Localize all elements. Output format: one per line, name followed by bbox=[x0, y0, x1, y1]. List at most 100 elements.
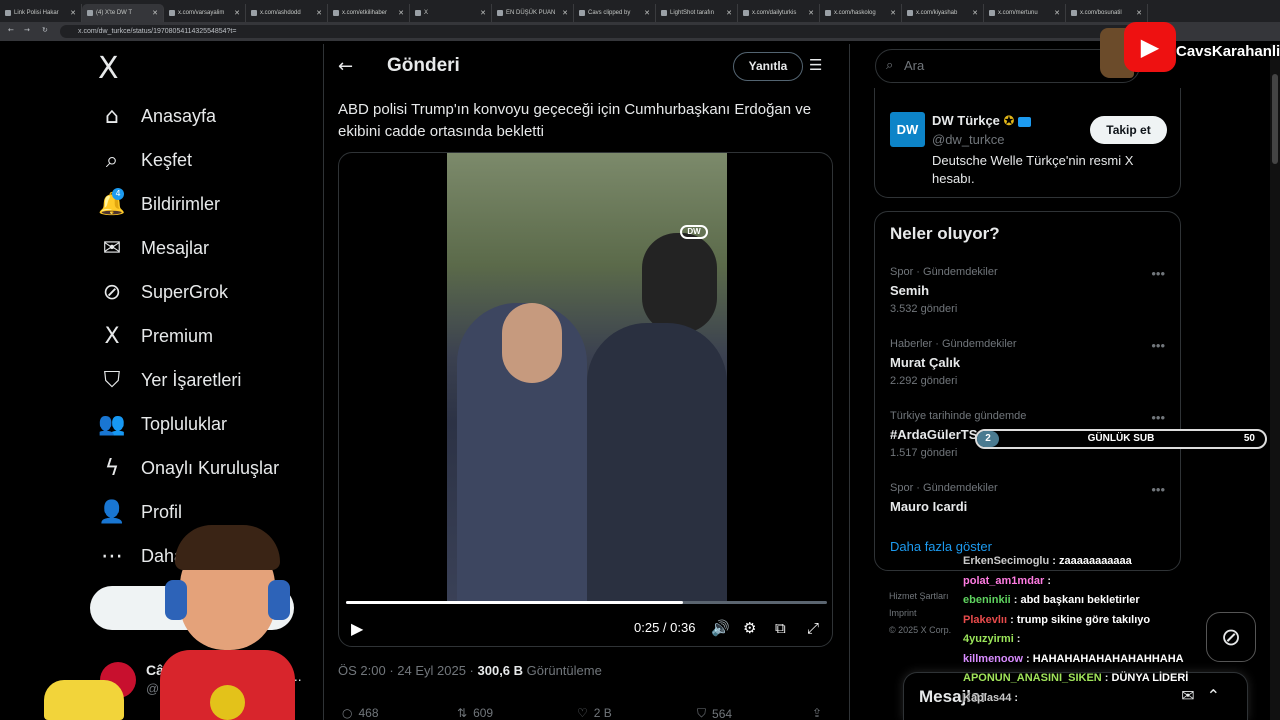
close-tab-icon[interactable]: ✕ bbox=[972, 9, 978, 17]
close-tab-icon[interactable]: ✕ bbox=[398, 9, 404, 17]
profile-handle[interactable]: @dw_turkce bbox=[932, 132, 1004, 147]
nav-item-mail[interactable]: ✉ Mesajlar bbox=[98, 233, 209, 263]
scrollbar-thumb[interactable] bbox=[1272, 74, 1278, 164]
browser-tab[interactable]: x.com/bosunatil ✕ bbox=[1066, 4, 1148, 22]
x-logo[interactable]: X bbox=[98, 54, 128, 84]
close-tab-icon[interactable]: ✕ bbox=[316, 9, 322, 17]
browser-tab[interactable]: x.com/kiyashab ✕ bbox=[902, 4, 984, 22]
nav-item-home[interactable]: ⌂ Anasayfa bbox=[98, 101, 216, 131]
trend-item[interactable]: Spor · Gündemdekiler Mauro Icardi ••• bbox=[890, 482, 1170, 514]
nav-item-grok[interactable]: ⊘ SuperGrok bbox=[98, 277, 228, 307]
heart-icon: ♡ bbox=[577, 706, 588, 720]
browser-tab[interactable]: Link Polisi Hakar ✕ bbox=[0, 4, 82, 22]
browser-tab[interactable]: x.com/ashdodd ✕ bbox=[246, 4, 328, 22]
reload-icon[interactable]: ↻ bbox=[42, 26, 48, 34]
favicon-icon bbox=[497, 10, 503, 16]
video-progress-bar[interactable] bbox=[346, 601, 827, 604]
video-person bbox=[642, 233, 717, 333]
browser-tab[interactable]: x.com/etkilihaber ✕ bbox=[328, 4, 410, 22]
url-field[interactable]: x.com/dw_turkce/status/19708054114325548… bbox=[60, 25, 1170, 38]
browser-tab[interactable]: EN DÜŞÜK PUAN ✕ bbox=[492, 4, 574, 22]
profile-name[interactable]: DW Türkçe ✪ bbox=[932, 113, 1032, 129]
more-icon[interactable]: ••• bbox=[1151, 482, 1165, 497]
trend-item[interactable]: Spor · Gündemdekiler Semih 3.532 gönderi ••… bbox=[890, 266, 1170, 315]
footer-link[interactable]: Hizmet Şartları bbox=[889, 588, 951, 605]
more-icon[interactable]: ••• bbox=[1151, 266, 1165, 281]
repost-action[interactable]: ⇅ 609 bbox=[457, 706, 493, 720]
post-date[interactable]: 24 Eyl 2025 bbox=[397, 663, 466, 678]
settings-gear-icon[interactable]: ⚙ bbox=[743, 619, 756, 637]
bookmark-action[interactable]: ⛉ 564 bbox=[697, 706, 732, 720]
play-icon[interactable]: ▶ bbox=[351, 619, 363, 638]
nav-item-label: Topluluklar bbox=[141, 413, 228, 434]
more-icon[interactable]: ••• bbox=[1151, 338, 1165, 353]
browser-tab[interactable]: X ✕ bbox=[410, 4, 492, 22]
close-tab-icon[interactable]: ✕ bbox=[644, 9, 650, 17]
trend-category: Spor · Gündemdekiler bbox=[890, 482, 998, 494]
browser-tab[interactable]: x.com/dailyturkis ✕ bbox=[738, 4, 820, 22]
back-nav-icon[interactable]: ← bbox=[8, 26, 14, 34]
close-tab-icon[interactable]: ✕ bbox=[480, 9, 486, 17]
footer-link[interactable]: © 2025 X Corp. bbox=[889, 622, 951, 639]
browser-tab[interactable]: x.com/mertunu ✕ bbox=[984, 4, 1066, 22]
dw-avatar[interactable]: DW bbox=[890, 112, 925, 147]
views-label: Görüntüleme bbox=[526, 663, 602, 678]
favicon-icon bbox=[5, 10, 11, 16]
share-action[interactable]: ⇪ bbox=[812, 706, 822, 720]
nav-item-label: Anasayfa bbox=[141, 105, 217, 126]
video-player[interactable]: DW ▶ 0:25 / 0:36 🔊 ⚙ ⧉ ⤢ bbox=[338, 152, 833, 647]
reply-action[interactable]: ○ 468 bbox=[342, 706, 379, 720]
nav-item-bell[interactable]: 🔔 4 Bildirimler bbox=[98, 188, 220, 219]
more-icon: ⋯ bbox=[101, 543, 123, 569]
fullscreen-icon[interactable]: ⤢ bbox=[807, 619, 819, 637]
close-tab-icon[interactable]: ✕ bbox=[726, 9, 732, 17]
favicon-icon bbox=[1071, 10, 1077, 16]
nav-item-lightning[interactable]: ϟ Onaylı Kuruluşlar bbox=[98, 453, 279, 483]
close-tab-icon[interactable]: ✕ bbox=[890, 9, 896, 17]
browser-tab[interactable]: LightShot tarafın ✕ bbox=[656, 4, 738, 22]
share-icon: ⇪ bbox=[812, 706, 823, 720]
browser-tab[interactable]: Cavs clipped by ✕ bbox=[574, 4, 656, 22]
nav-item-label: Premium bbox=[141, 325, 214, 346]
reply-button[interactable]: Yanıtla bbox=[733, 52, 803, 81]
close-tab-icon[interactable]: ✕ bbox=[808, 9, 814, 17]
nav-item-x-premium[interactable]: X Premium bbox=[98, 321, 213, 351]
post-time[interactable]: ÖS 2:00 bbox=[338, 663, 386, 678]
browser-tab[interactable]: x.com/haskolog ✕ bbox=[820, 4, 902, 22]
chat-nick: Plakevlıı bbox=[963, 613, 1008, 626]
close-tab-icon[interactable]: ✕ bbox=[70, 9, 76, 17]
volume-icon[interactable]: 🔊 bbox=[711, 619, 730, 637]
close-tab-icon[interactable]: ✕ bbox=[234, 9, 240, 17]
channel-name: CavsKarahanli bbox=[1176, 43, 1280, 60]
nav-item-search[interactable]: ⌕ Keşfet bbox=[98, 145, 192, 175]
picture-in-picture-icon[interactable]: ⧉ bbox=[775, 619, 786, 637]
browser-address-bar: ← → ↻ x.com/dw_turkce/status/19708054114… bbox=[0, 22, 1280, 41]
nav-item-bookmark[interactable]: ⛉ Yer İşaretleri bbox=[98, 365, 242, 395]
follow-button[interactable]: Takip et bbox=[1090, 116, 1167, 144]
nav-item-communities[interactable]: 👥 Topluluklar bbox=[98, 409, 227, 439]
grok-button[interactable]: ⊘ bbox=[1206, 612, 1256, 662]
search-icon: ⌕ bbox=[886, 58, 894, 73]
trend-name: Mauro Icardi bbox=[890, 499, 968, 514]
like-action[interactable]: ♡ 2 B bbox=[577, 706, 612, 720]
favicon-icon bbox=[907, 10, 913, 16]
browser-tab[interactable]: x.com/varsayalim ✕ bbox=[164, 4, 246, 22]
close-tab-icon[interactable]: ✕ bbox=[1136, 9, 1142, 17]
trend-item[interactable]: Haberler · Gündemdekiler Murat Çalık 2.292… bbox=[890, 338, 1170, 387]
close-tab-icon[interactable]: ✕ bbox=[562, 9, 568, 17]
sliders-icon[interactable]: ☰ bbox=[809, 56, 827, 74]
back-arrow-icon[interactable]: ← bbox=[338, 56, 353, 77]
headset-icon bbox=[268, 580, 290, 620]
footer-link[interactable]: Imprint bbox=[889, 605, 951, 622]
chat-text: zaaaaaaaaaaa bbox=[1058, 555, 1132, 567]
browser-tab[interactable]: (4) X'te DW T ✕ bbox=[82, 4, 164, 22]
nav-item-label: SuperGrok bbox=[141, 281, 229, 302]
forward-nav-icon[interactable]: → bbox=[24, 26, 30, 34]
chat-text: trump sikine göre takılıyo bbox=[1016, 613, 1151, 626]
close-tab-icon[interactable]: ✕ bbox=[152, 9, 158, 17]
more-icon[interactable]: ••• bbox=[1151, 410, 1165, 425]
column-divider bbox=[323, 44, 324, 720]
expand-up-icon[interactable]: ⌃ bbox=[1207, 686, 1232, 705]
page-scrollbar[interactable] bbox=[1270, 44, 1280, 720]
close-tab-icon[interactable]: ✕ bbox=[1054, 9, 1060, 17]
